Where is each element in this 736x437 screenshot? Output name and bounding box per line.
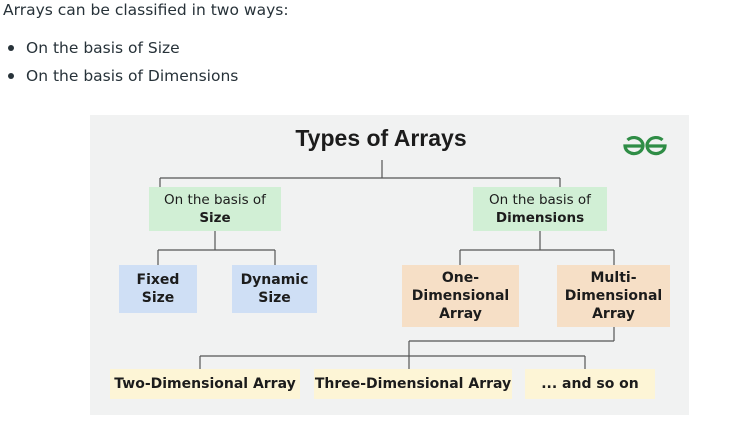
multi-dimensional-line2: Dimensional [564, 288, 663, 304]
two-dimensional-label: Two-Dimensional Array [114, 376, 296, 392]
intro-text: Arrays can be classified in two ways: [3, 1, 289, 19]
size-basis-line2: Size [199, 210, 231, 226]
types-of-arrays-diagram: Types of Arrays On the basis of Size On … [90, 115, 689, 415]
dynamic-size-line2: Size [258, 290, 291, 306]
fixed-size-box: Fixed Size [119, 265, 197, 313]
one-dimensional-line3: Array [439, 306, 482, 322]
dynamic-size-box: Dynamic Size [232, 265, 317, 313]
dynamic-size-line1: Dynamic [240, 272, 309, 288]
multi-dimensional-line1: Multi- [590, 270, 637, 286]
dimension-basis-line2: Dimensions [495, 210, 585, 226]
and-so-on-box: ... and so on [525, 369, 655, 399]
dimension-basis-line1: On the basis of [489, 192, 591, 208]
size-basis-line1: On the basis of [164, 192, 266, 208]
three-dimensional-box: Three-Dimensional Array [314, 369, 512, 399]
multi-dimensional-box: Multi- Dimensional Array [557, 265, 670, 327]
classification-list: On the basis of Size On the basis of Dim… [0, 38, 238, 94]
fixed-size-line1: Fixed [136, 272, 180, 288]
multi-dimensional-line3: Array [592, 306, 635, 322]
dimension-basis-box: On the basis of Dimensions [473, 187, 607, 231]
one-dimensional-box: One- Dimensional Array [402, 265, 519, 327]
geeksforgeeks-logo-icon [623, 135, 667, 156]
fixed-size-line2: Size [141, 290, 175, 306]
list-item: On the basis of Size [0, 38, 238, 66]
one-dimensional-line1: One- [441, 270, 480, 286]
two-dimensional-box: Two-Dimensional Array [110, 369, 300, 399]
diagram-title: Types of Arrays [295, 125, 467, 151]
list-item: On the basis of Dimensions [0, 66, 238, 94]
and-so-on-label: ... and so on [541, 376, 639, 392]
one-dimensional-line2: Dimensional [411, 288, 510, 304]
three-dimensional-label: Three-Dimensional Array [314, 376, 512, 392]
size-basis-box: On the basis of Size [149, 187, 281, 231]
